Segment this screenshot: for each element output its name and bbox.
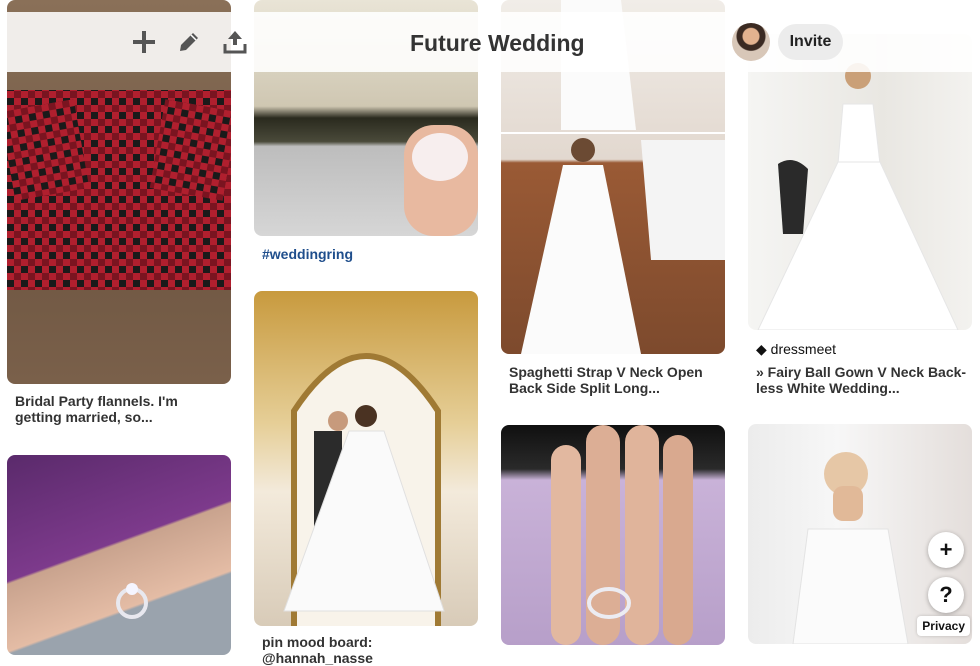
mood-board-pin-caption[interactable]: pin mood board: @hannah_nasse xyxy=(262,634,474,666)
help-button[interactable]: ? xyxy=(928,577,964,613)
ball-gown-pin-image[interactable] xyxy=(748,34,972,330)
ring-hand-pin-image[interactable] xyxy=(7,455,231,655)
invite-button[interactable]: Invite xyxy=(778,24,843,60)
couple-archway-illustration xyxy=(283,353,445,626)
upload-icon xyxy=(223,31,247,54)
ball-gown-illustration xyxy=(757,63,959,330)
privacy-link[interactable]: Privacy xyxy=(917,616,970,636)
weddingring-hashtag-link[interactable]: #weddingring xyxy=(262,246,353,262)
pencil-icon xyxy=(180,33,198,51)
ring-fingers-illustration xyxy=(551,425,693,645)
tag-icon: ◆ xyxy=(756,341,767,357)
add-pin-button[interactable] xyxy=(130,28,158,56)
share-board-button[interactable] xyxy=(221,28,249,56)
dressmeet-source-label: dressmeet xyxy=(770,341,837,357)
dressmeet-source[interactable]: ◆ dressmeet xyxy=(756,341,836,358)
flannels-pin-caption[interactable]: Bridal Party flannels. I'm getting marri… xyxy=(15,393,227,425)
plus-icon xyxy=(133,31,155,53)
edit-board-button[interactable] xyxy=(175,28,203,56)
v-neck-dress-pin-caption[interactable]: Spaghetti Strap V Neck Open Back Side Sp… xyxy=(509,364,721,396)
ring-fingers-pin-image[interactable] xyxy=(501,425,725,645)
collaborator-avatar[interactable] xyxy=(732,23,770,61)
couple-archway-pin-image[interactable] xyxy=(254,291,478,626)
ring-hand-illustration xyxy=(116,583,148,619)
ball-gown-pin-caption[interactable]: » Fairy Ball Gown V Neck Back-less White… xyxy=(756,364,968,396)
board-title: Future Wedding xyxy=(410,30,585,56)
floating-add-button[interactable]: + xyxy=(928,532,964,568)
